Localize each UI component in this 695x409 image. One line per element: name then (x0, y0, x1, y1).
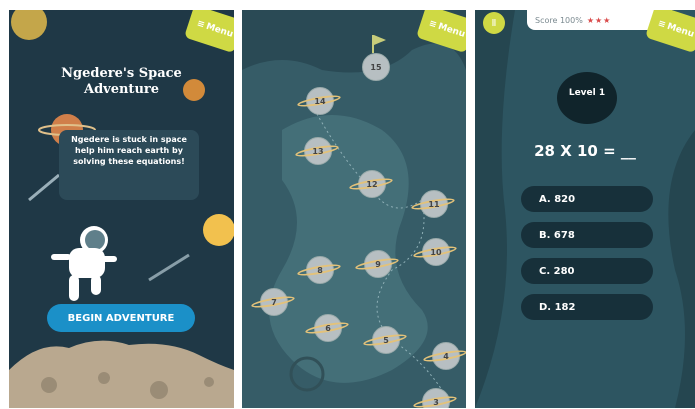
level-node-7[interactable]: 7 (250, 288, 296, 316)
answer-option-c[interactable]: C. 280 (521, 258, 653, 284)
answer-option-d[interactable]: D. 182 (521, 294, 653, 320)
level-node-11[interactable]: 11 (410, 190, 456, 218)
level-node-15[interactable]: 15 (362, 53, 390, 81)
level-map-screen: ≡ Menu 15 14 13 12 11 10 9 8 7 6 5 4 3 (242, 10, 466, 408)
level-node-3[interactable]: 3 (412, 388, 458, 408)
pause-icon: Ⅱ (491, 17, 497, 29)
level-node-6[interactable]: 6 (304, 314, 350, 342)
title-line1: Ngedere's Space (61, 66, 182, 81)
level-node-12[interactable]: 12 (348, 170, 394, 198)
title-line2: Adventure (83, 82, 160, 97)
level-node-9[interactable]: 9 (354, 250, 400, 278)
pause-button[interactable]: Ⅱ (483, 12, 505, 34)
level-node-14[interactable]: 14 (296, 87, 342, 115)
question-text: 28 X 10 = __ (534, 142, 636, 160)
intro-screen: ≡ Menu Ngedere's Space Adventure Ngedere… (9, 10, 234, 408)
quiz-screen: Ⅱ Score 100% ★★★ ≡ Menu Level 1 28 X 10 … (475, 10, 695, 408)
begin-adventure-button[interactable]: BEGIN ADVENTURE (47, 304, 195, 332)
answer-option-b[interactable]: B. 678 (521, 222, 653, 248)
level-node-10[interactable]: 10 (412, 238, 458, 266)
intro-description: Ngedere is stuck in space help him reach… (59, 130, 199, 200)
answer-option-a[interactable]: A. 820 (521, 186, 653, 212)
page-title: Ngedere's Space Adventure (9, 66, 234, 98)
astronaut (51, 226, 117, 301)
level-node-13[interactable]: 13 (294, 137, 340, 165)
score-stars: ★★★ (586, 15, 612, 25)
level-node-5[interactable]: 5 (362, 326, 408, 354)
level-node-8[interactable]: 8 (296, 256, 342, 284)
level-label: Level 1 (568, 88, 606, 98)
level-node-4[interactable]: 4 (422, 342, 466, 370)
